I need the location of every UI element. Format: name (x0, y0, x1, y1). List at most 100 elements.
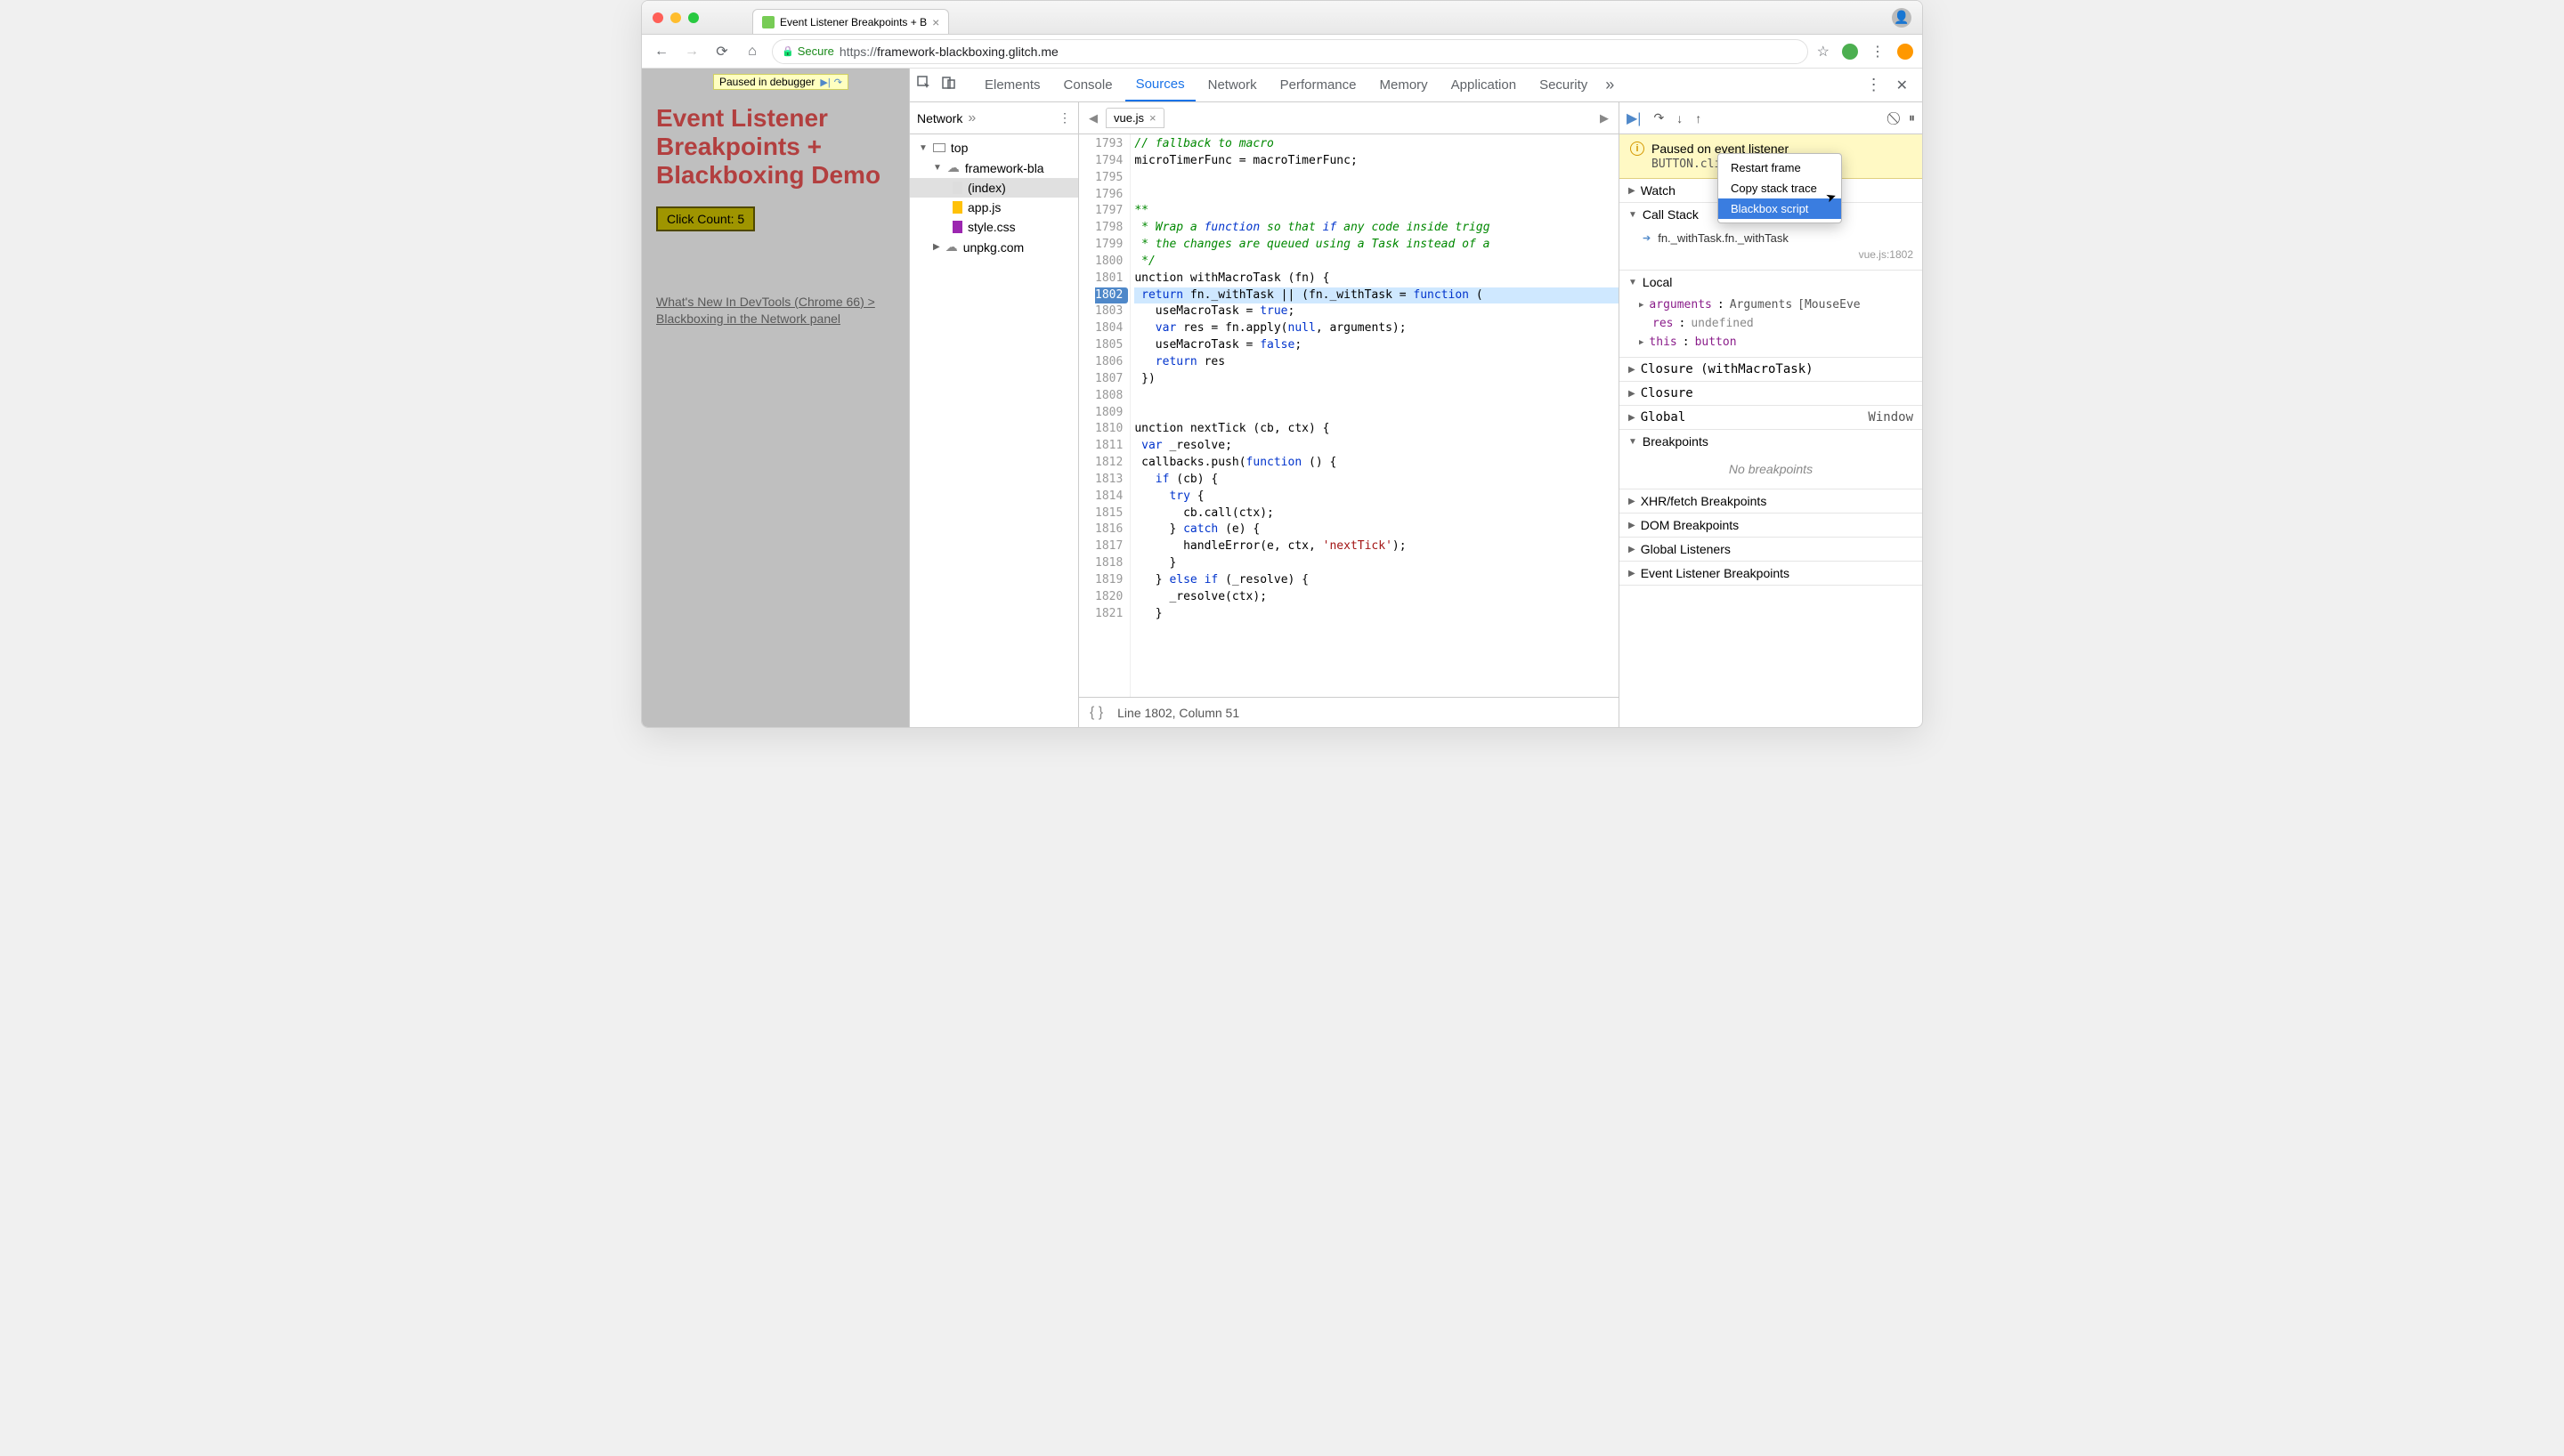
editor-tabbar: ◀ vue.js × ▶ (1079, 102, 1619, 134)
titlebar: Event Listener Breakpoints + B × 👤 (642, 1, 1922, 35)
tab-performance[interactable]: Performance (1270, 69, 1367, 101)
cursor-position: Line 1802, Column 51 (1117, 706, 1239, 720)
favicon-icon (762, 16, 775, 28)
tab-sources[interactable]: Sources (1125, 69, 1196, 101)
no-breakpoints-label: No breakpoints (1619, 455, 1922, 483)
caret-right-icon: ▶ (1639, 338, 1643, 347)
device-toolbar-icon[interactable] (942, 76, 956, 94)
address-right: ☆ ⋮ (1817, 43, 1913, 61)
navigator-menu-icon[interactable]: ⋮ (1059, 110, 1071, 125)
tabs-overflow-icon[interactable]: » (1600, 76, 1619, 94)
debugger-sections: ▶Watch ▼Call Stack ➔ fn._withTask.fn._wi… (1619, 179, 1922, 727)
paused-badge-text: Paused in debugger (719, 76, 815, 88)
minimize-window-icon[interactable] (670, 12, 681, 23)
tree-file-index[interactable]: (index) (910, 178, 1078, 198)
extension1-icon[interactable] (1842, 44, 1858, 60)
line-gutter: 1793179417951796179717981799180018011802… (1079, 134, 1131, 697)
section-closure1: ▶Closure (withMacroTask) (1619, 358, 1922, 382)
scope-res[interactable]: res: undefined (1619, 314, 1922, 333)
secure-badge: Secure (782, 44, 834, 58)
section-dom: ▶DOM Breakpoints (1619, 514, 1922, 538)
cm-copy-stack-trace[interactable]: Copy stack trace (1718, 178, 1841, 198)
profile-avatar-icon[interactable]: 👤 (1892, 8, 1911, 28)
home-button[interactable]: ⌂ (742, 41, 763, 62)
caret-down-icon: ▼ (1628, 278, 1637, 287)
tree-top[interactable]: ▼ top (910, 138, 1078, 158)
back-button[interactable]: ← (651, 41, 672, 62)
bookmark-star-icon[interactable]: ☆ (1817, 43, 1830, 61)
section-scope: ▼Local ▶ arguments: Arguments [MouseEve (1619, 271, 1922, 358)
stack-frame[interactable]: ➔ fn._withTask.fn._withTask (1619, 228, 1922, 248)
caret-right-icon: ▶ (1628, 497, 1635, 506)
code-lines: // fallback to macromicroTimerFunc = mac… (1131, 134, 1619, 697)
navigator-tree: ▼ top ▼ ☁ framework-bla (index) (910, 134, 1078, 727)
tree-domain1[interactable]: ▼ ☁ framework-bla (910, 158, 1078, 178)
scope-this[interactable]: ▶ this: button (1619, 333, 1922, 352)
devtools: Elements Console Sources Network Perform… (909, 69, 1922, 727)
titlebar-right: 👤 (1892, 8, 1911, 28)
close-file-icon[interactable]: × (1149, 111, 1156, 125)
inspect-element-icon[interactable] (917, 76, 931, 94)
frame-location[interactable]: vue.js:1802 (1859, 248, 1913, 261)
caret-right-icon: ▶ (1628, 365, 1635, 375)
section-xhr: ▶XHR/fetch Breakpoints (1619, 489, 1922, 514)
code-area[interactable]: 1793179417951796179717981799180018011802… (1079, 134, 1619, 697)
tree-file-appjs[interactable]: app.js (910, 198, 1078, 217)
caret-right-icon: ▶ (1628, 413, 1635, 423)
navigator-pane: Network » ⋮ ▼ top ▼ ☁ framewor (910, 102, 1079, 727)
maximize-window-icon[interactable] (688, 12, 699, 23)
section-closure2: ▶Closure (1619, 382, 1922, 406)
browser-tab[interactable]: Event Listener Breakpoints + B × (752, 9, 949, 34)
close-window-icon[interactable] (653, 12, 663, 23)
step-into-icon[interactable]: ↓ (1676, 111, 1683, 125)
frame-icon (933, 143, 945, 152)
context-menu: Restart frame Copy stack trace Blackbox … (1717, 153, 1842, 223)
js-file-icon (953, 201, 962, 214)
sources-panel: Network » ⋮ ▼ top ▼ ☁ framewor (910, 102, 1922, 727)
debugger-pane: ▶| ↷ ↓ ↑ ⃠ ⏸ i Paused on event listener … (1619, 102, 1922, 727)
url-display: https://framework-blackboxing.glitch.me (840, 44, 1059, 59)
tab-network[interactable]: Network (1197, 69, 1268, 101)
extension2-icon[interactable] (1897, 44, 1913, 60)
section-breakpoints: ▼Breakpoints No breakpoints (1619, 430, 1922, 489)
reload-button[interactable]: ⟳ (711, 41, 733, 62)
devtools-menu-icon[interactable]: ⋮ (1861, 76, 1887, 94)
cm-restart-frame[interactable]: Restart frame (1718, 158, 1841, 178)
caret-right-icon: ▶ (1628, 545, 1635, 554)
forward-button[interactable]: → (681, 41, 702, 62)
cloud-icon: ☁ (945, 239, 958, 255)
step-out-icon[interactable]: ↑ (1695, 111, 1701, 125)
resume-icon[interactable]: ▶| (820, 77, 830, 88)
editor-nav-prev-icon[interactable]: ◀ (1084, 111, 1102, 125)
editor-nav-next-icon[interactable]: ▶ (1595, 111, 1613, 125)
info-icon: i (1630, 142, 1644, 156)
tab-console[interactable]: Console (1053, 69, 1124, 101)
caret-right-icon: ▶ (1628, 186, 1635, 196)
pretty-print-icon[interactable]: { } (1090, 705, 1103, 721)
tree-file-stylecss[interactable]: style.css (910, 217, 1078, 237)
caret-down-icon: ▼ (1628, 437, 1637, 447)
tab-application[interactable]: Application (1440, 69, 1527, 101)
pause-on-exceptions-icon[interactable]: ⏸ (1909, 110, 1915, 125)
close-tab-icon[interactable]: × (932, 15, 939, 29)
omnibox[interactable]: Secure https://framework-blackboxing.gli… (772, 39, 1808, 64)
source-editor: ◀ vue.js × ▶ 179317941795179617971798179… (1079, 102, 1619, 727)
resume-button[interactable]: ▶| (1627, 109, 1641, 127)
cm-blackbox-script[interactable]: Blackbox script (1718, 198, 1841, 219)
step-over-small-icon[interactable]: ↷ (834, 77, 842, 88)
tree-domain2[interactable]: ▶ ☁ unpkg.com (910, 237, 1078, 257)
scope-arguments[interactable]: ▶ arguments: Arguments [MouseEve (1619, 295, 1922, 314)
tab-memory[interactable]: Memory (1369, 69, 1439, 101)
menu-icon[interactable]: ⋮ (1870, 43, 1885, 61)
devtools-close-icon[interactable]: ✕ (1889, 77, 1915, 94)
caret-right-icon: ▶ (1639, 301, 1643, 310)
section-event-bp: ▶Event Listener Breakpoints (1619, 562, 1922, 586)
section-listeners: ▶Global Listeners (1619, 538, 1922, 562)
navigator-tab-label[interactable]: Network (917, 111, 962, 125)
navigator-overflow-icon[interactable]: » (968, 110, 976, 126)
tab-security[interactable]: Security (1529, 69, 1598, 101)
tab-elements[interactable]: Elements (974, 69, 1051, 101)
editor-tab-vuejs[interactable]: vue.js × (1106, 108, 1164, 128)
step-over-icon[interactable]: ↷ (1653, 110, 1664, 125)
window-controls (653, 12, 699, 23)
